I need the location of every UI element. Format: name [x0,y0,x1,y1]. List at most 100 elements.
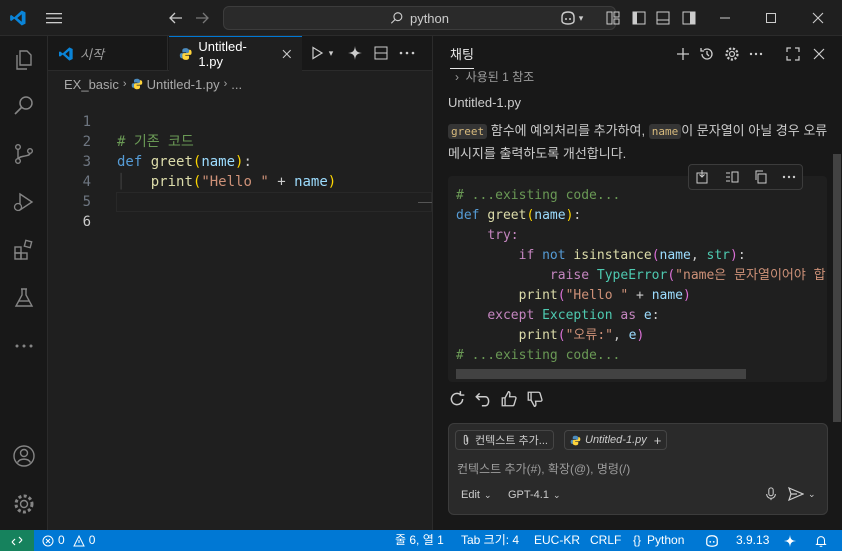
editor-area: 시작 Untitled-1.py ▾ EX_basic › Untitled-1… [48,36,432,530]
tab-untitled-1[interactable]: Untitled-1.py [169,36,302,71]
source-control-icon[interactable] [0,134,48,174]
chat-input-placeholder[interactable]: 컨텍스트 추가(#), 확장(@), 명령(/) [457,460,630,477]
search-icon[interactable] [0,86,48,126]
inline-code: name [648,124,682,139]
undo-icon[interactable] [474,390,492,408]
breadcrumb-file[interactable]: Untitled-1.py [147,77,220,92]
chevron-down-icon: ⌄ [808,488,816,499]
close-panel-icon[interactable] [809,44,829,64]
insert-at-cursor-icon[interactable] [724,169,740,185]
more-actions-icon[interactable] [397,43,417,63]
more-actions-icon[interactable] [782,175,796,179]
title-bar: python ▾ [0,0,842,36]
chevron-right-icon: › [455,70,459,84]
settings-gear-icon[interactable] [722,44,742,64]
python-version[interactable]: 3.9.13 [736,530,769,551]
apply-in-editor-icon[interactable] [695,169,711,185]
chat-response-text: greet 함수에 예외처리를 추가하여, name 이 문자열이 아닐 경우 오… [448,123,828,161]
run-debug-icon[interactable] [0,182,48,222]
breadcrumb-symbol[interactable]: ... [231,77,242,92]
minimize-icon[interactable] [715,8,735,28]
notifications-bell-icon[interactable] [814,530,828,551]
code-line: 6 [48,192,432,230]
problems-indicator[interactable]: 0 0 [42,530,95,551]
chevron-right-icon: › [122,78,127,90]
chat-file-label[interactable]: Untitled-1.py [448,95,521,110]
menu-icon[interactable] [44,8,64,28]
tab-label: 시작 [80,47,104,62]
breadcrumb-folder[interactable]: EX_basic [64,77,119,92]
python-file-icon [570,435,581,445]
model-picker-button[interactable]: GPT-4.1 ⌄ [508,489,561,501]
run-dropdown-chevron-icon[interactable]: ▾ [325,43,337,63]
account-icon[interactable] [0,436,48,476]
chevron-down-icon: ⌄ [552,489,561,500]
toggle-secondary-sidebar-icon[interactable] [679,8,699,28]
settings-gear-icon[interactable] [0,484,48,524]
horizontal-scrollbar[interactable] [456,369,746,379]
chat-input-box[interactable]: 컨텍스트 추가... Untitled-1.py + 컨텍스트 추가(#), 확… [448,423,828,515]
close-window-icon[interactable] [808,8,828,28]
python-file-icon [179,48,192,60]
braces-icon: {} [633,533,642,547]
testing-icon[interactable] [0,278,48,318]
language-mode[interactable]: {} Python [633,530,684,551]
code-block[interactable]: # ...existing code... def greet(name): t… [448,176,827,382]
code-line: # ...existing code... [456,348,621,363]
vscode-logo-icon [59,46,73,61]
add-context-button[interactable]: 컨텍스트 추가... [455,430,554,450]
search-icon [390,12,403,24]
copy-icon[interactable] [753,169,769,185]
line-number: 6 [82,214,91,230]
tab-label: Untitled-1.py [198,39,247,69]
toggle-panel-icon[interactable] [653,8,673,28]
maximize-icon[interactable] [761,8,781,28]
code-line: raise TypeError("name은 문자열이어야 합! [549,268,827,283]
encoding[interactable]: EUC-KR [534,530,580,551]
plus-icon[interactable]: + [654,433,662,448]
remote-indicator[interactable] [0,530,34,551]
search-text: python [409,10,450,26]
forward-arrow-icon[interactable] [192,8,212,28]
response-actions [448,390,544,408]
vertical-scrollbar[interactable] [833,154,841,422]
chevron-down-icon: ⌄ [483,489,492,500]
mode-label: Edit [461,489,480,501]
end-of-line[interactable]: CRLF [590,530,621,551]
more-icon[interactable] [0,326,48,366]
used-references[interactable]: › 사용된 1 참조 [455,68,534,85]
history-icon[interactable] [697,44,717,64]
more-actions-icon[interactable] [746,44,766,64]
warning-count: 0 [88,533,96,547]
customize-layout-icon[interactable] [603,8,623,28]
warning-icon [72,534,85,546]
thumbs-down-icon[interactable] [526,390,544,408]
send-button[interactable]: ⌄ [788,487,816,501]
maximize-panel-icon[interactable] [783,44,803,64]
new-chat-plus-icon[interactable] [673,44,693,64]
mode-picker-button[interactable]: Edit ⌄ [461,489,492,501]
copilot-status-icon[interactable] [704,530,720,551]
split-editor-icon[interactable] [371,43,391,63]
code-line: # ...existing code... [456,188,621,203]
thumbs-up-icon[interactable] [500,390,518,408]
chat-title-tab[interactable]: 채팅 [450,44,474,69]
code-editor[interactable]: 1 # 기존 코드 2 def greet(name): 3 │ print("… [48,92,432,230]
extensions-icon[interactable] [0,230,48,270]
back-arrow-icon[interactable] [166,8,186,28]
code-block-toolbar [688,164,803,190]
copilot-sparkle-icon[interactable] [783,530,797,551]
toggle-primary-sidebar-icon[interactable] [629,8,649,28]
microphone-icon[interactable] [765,487,777,501]
retry-icon[interactable] [448,390,466,408]
close-tab-icon[interactable] [282,49,292,59]
code-line: try: [487,228,519,243]
tab-welcome[interactable]: 시작 [48,36,168,71]
tab-size[interactable]: Tab 크기: 4 [461,530,519,551]
copilot-sparkle-icon[interactable] [345,43,365,63]
cursor-position[interactable]: 줄 6, 열 1 [395,530,444,551]
run-python-file-icon[interactable] [307,43,327,63]
copilot-icon[interactable]: ▾ [555,8,587,28]
explorer-icon[interactable] [0,40,48,80]
context-file-chip[interactable]: Untitled-1.py + [564,430,668,450]
